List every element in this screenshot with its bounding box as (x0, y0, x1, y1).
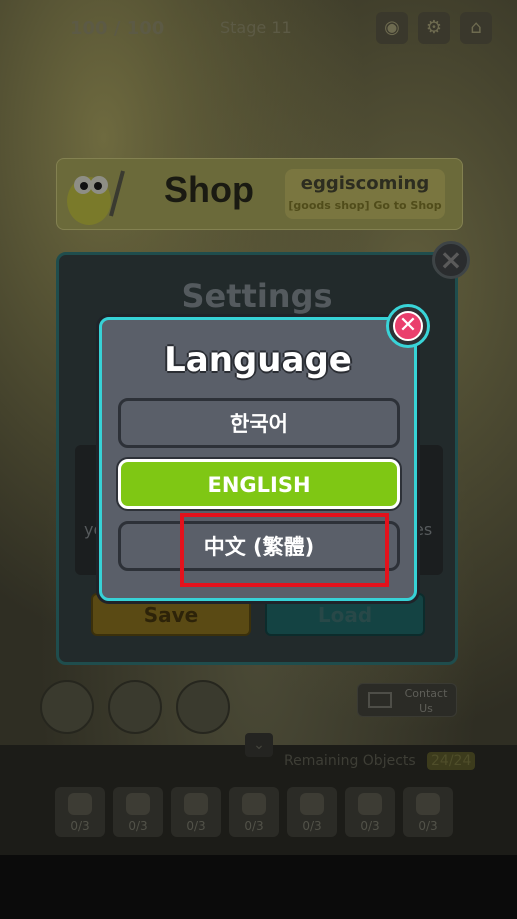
object-count: 0/3 (302, 819, 322, 833)
object-item[interactable]: 0/3 (171, 787, 221, 837)
object-count: 0/3 (244, 819, 264, 833)
stage-label: Stage 11 (220, 18, 292, 37)
chevron-down-icon[interactable]: ⌄ (245, 733, 273, 757)
object-count: 0/3 (70, 819, 90, 833)
remaining-objects-label: Remaining Objects (284, 753, 416, 769)
shop-title: Shop (164, 169, 254, 210)
contact-us-label: Contact Us (404, 687, 448, 715)
brand-name: eggiscoming (300, 173, 430, 194)
object-count: 0/3 (186, 819, 206, 833)
tool-buttons (40, 680, 230, 734)
object-list: 0/3 0/3 0/3 0/3 0/3 0/3 0/3 (55, 787, 453, 837)
shop-link-text: [goods shop] Go to Shop (288, 199, 442, 212)
top-hud: 100 / 100 Stage 11 ◉ ⚙ ⌂ (0, 0, 517, 70)
footer-area (0, 855, 517, 919)
croissant-icon (358, 793, 382, 815)
object-item[interactable]: 0/3 (55, 787, 105, 837)
object-item[interactable]: 0/3 (287, 787, 337, 837)
shop-link-box[interactable]: eggiscoming [goods shop] Go to Shop (285, 169, 445, 219)
bottle-icon (126, 793, 150, 815)
language-option-korean[interactable]: 한국어 (118, 398, 400, 448)
home-icon[interactable]: ⌂ (460, 12, 492, 44)
object-item[interactable]: 0/3 (345, 787, 395, 837)
object-item[interactable]: 0/3 (229, 787, 279, 837)
object-count: 0/3 (360, 819, 380, 833)
highlight-box (180, 513, 389, 587)
icecream-icon (416, 793, 440, 815)
sunglasses-icon (242, 793, 266, 815)
eye-icon[interactable]: ◉ (376, 12, 408, 44)
brush-tool-icon[interactable] (40, 680, 94, 734)
language-option-english[interactable]: ENGLISH (118, 459, 400, 509)
egg-mascot-icon (67, 170, 125, 225)
object-item[interactable]: 0/3 (403, 787, 453, 837)
contact-us-button[interactable]: Contact Us (357, 683, 457, 717)
object-item[interactable]: 0/3 (113, 787, 163, 837)
close-icon[interactable]: ✕ (393, 311, 423, 341)
bowl-icon (184, 793, 208, 815)
top-icon-group: ◉ ⚙ ⌂ (376, 12, 492, 44)
mail-icon (368, 692, 392, 708)
object-count: 0/3 (128, 819, 148, 833)
remaining-objects-count: 24/24 (427, 752, 476, 770)
magnet-tool-icon[interactable] (108, 680, 162, 734)
jar-icon (300, 793, 324, 815)
watermelon-icon (68, 793, 92, 815)
shop-banner[interactable]: Shop eggiscoming [goods shop] Go to Shop (56, 158, 463, 230)
planet-tool-icon[interactable] (176, 680, 230, 734)
gear-icon[interactable]: ⚙ (418, 12, 450, 44)
language-close-button[interactable]: ✕ (386, 304, 430, 348)
hp-counter: 100 / 100 (70, 18, 165, 39)
object-count: 0/3 (418, 819, 438, 833)
game-screen: 100 / 100 Stage 11 ◉ ⚙ ⌂ Shop eggiscomin… (0, 0, 517, 919)
language-title: Language (164, 340, 352, 380)
settings-close-icon[interactable]: × (432, 241, 470, 279)
